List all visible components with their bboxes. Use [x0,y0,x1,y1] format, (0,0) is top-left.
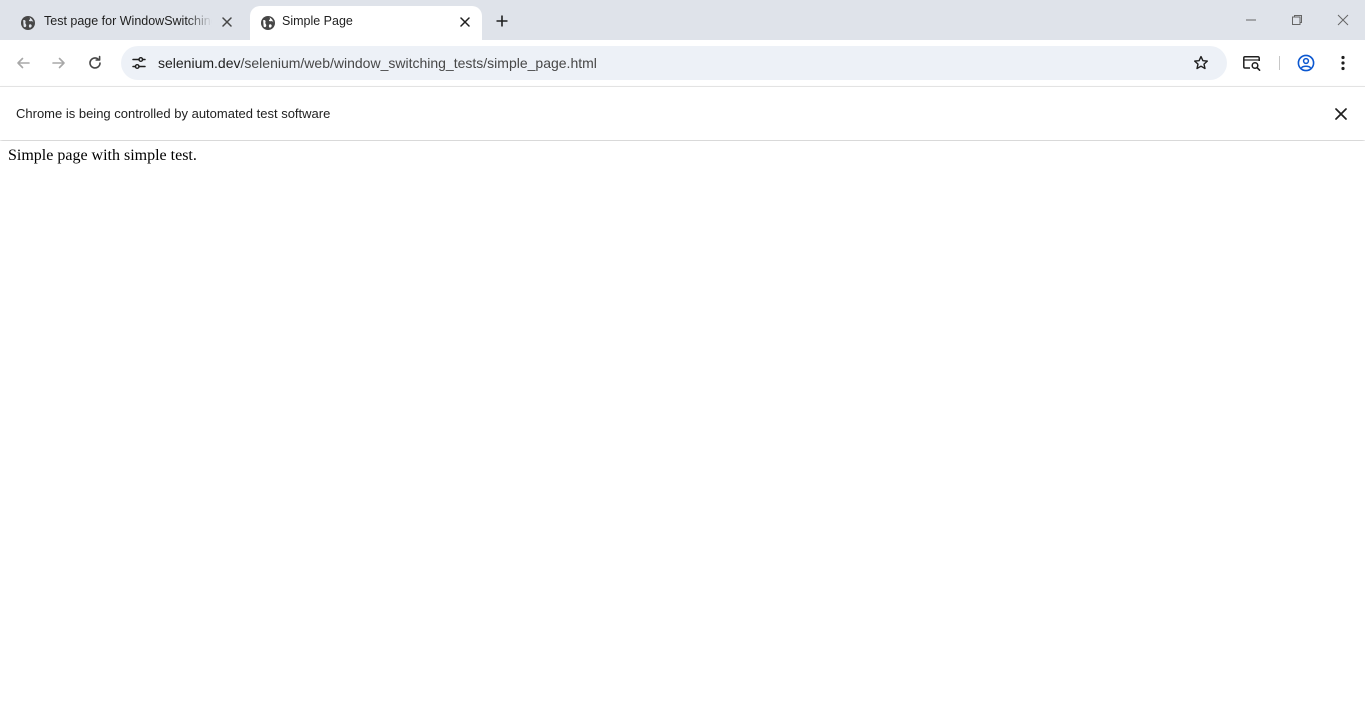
restore-button[interactable] [1285,8,1309,32]
window-close-button[interactable] [1331,8,1355,32]
page-content: Simple page with simple test. [0,141,1365,719]
browser-toolbar: selenium.dev/selenium/web/window_switchi… [0,40,1365,86]
globe-icon [260,15,276,31]
arrow-back-icon [15,55,31,71]
plus-icon [496,15,508,27]
minimize-button[interactable] [1239,8,1263,32]
account-circle-icon [1297,54,1315,72]
toolbar-separator [1279,56,1280,70]
restore-icon [1291,14,1303,26]
url-path: /selenium/web/window_switching_tests/sim… [240,55,597,71]
kebab-menu-icon [1341,55,1345,71]
tab-close-icon[interactable] [456,13,474,31]
tab-strip: Test page for WindowSwitching Simple Pag… [0,0,1365,40]
arrow-forward-icon [51,55,67,71]
address-bar[interactable]: selenium.dev/selenium/web/window_switchi… [121,46,1227,80]
menu-button[interactable] [1331,51,1355,75]
reload-button[interactable] [83,51,107,75]
infobar-message: Chrome is being controlled by automated … [16,106,331,121]
tab-test-page-window-switching[interactable]: Test page for WindowSwitching [12,6,244,40]
forward-button[interactable] [47,51,71,75]
tab-title: Test page for WindowSwitching [44,14,212,28]
page-text: Simple page with simple test. [8,147,197,164]
star-icon[interactable] [1189,51,1213,75]
tune-icon[interactable] [127,51,151,75]
back-button[interactable] [11,51,35,75]
tab-title: Simple Page [282,14,353,28]
reload-icon [87,55,103,71]
tab-simple-page[interactable]: Simple Page [250,6,482,40]
close-icon[interactable] [1331,104,1351,124]
tab-close-icon[interactable] [218,13,236,31]
profile-button[interactable] [1294,51,1318,75]
globe-icon [20,15,36,31]
automation-infobar: Chrome is being controlled by automated … [0,86,1365,140]
media-search-button[interactable] [1240,51,1264,75]
cast-search-icon [1242,54,1262,72]
close-icon [1337,14,1349,26]
url-text: selenium.dev/selenium/web/window_switchi… [158,55,597,71]
new-tab-button[interactable] [492,11,512,31]
minimize-icon [1245,14,1257,26]
url-host: selenium.dev [158,55,241,71]
